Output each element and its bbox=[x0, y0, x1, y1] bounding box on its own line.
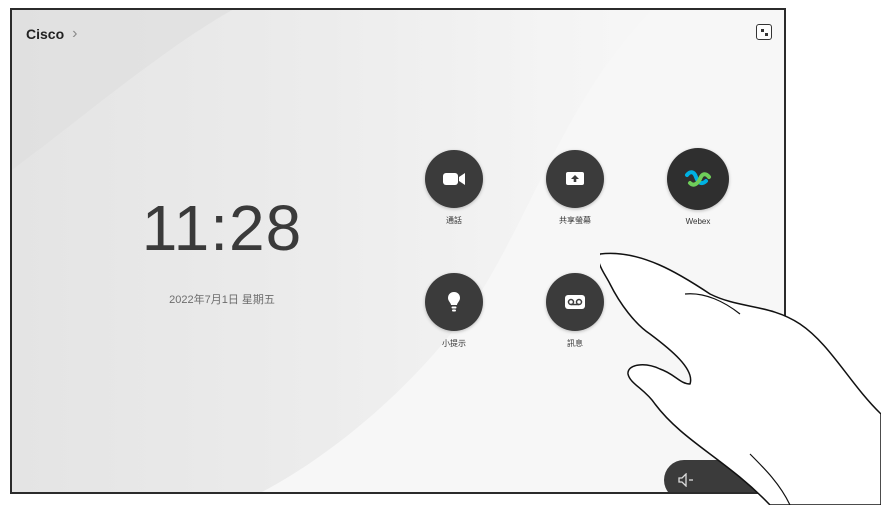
webex-tile[interactable]: Webex bbox=[653, 148, 743, 238]
share-screen-tile[interactable]: 共享螢幕 bbox=[530, 150, 620, 240]
chevron-right-icon: › bbox=[72, 25, 78, 42]
webex-icon bbox=[685, 170, 711, 187]
voicemail-icon bbox=[565, 295, 585, 309]
lightbulb-icon bbox=[448, 292, 460, 312]
share-screen-icon bbox=[566, 172, 584, 185]
video-camera-icon bbox=[443, 173, 465, 185]
tips-button[interactable] bbox=[425, 273, 483, 331]
brand-name: Cisco bbox=[26, 26, 65, 42]
share-screen-button[interactable] bbox=[546, 150, 604, 208]
volume-control[interactable] bbox=[664, 460, 784, 492]
call-tile[interactable]: 通話 bbox=[409, 150, 499, 240]
tips-tile[interactable]: 小提示 bbox=[409, 273, 499, 363]
touch-panel-screen: Cisco › 11:28 2022年7月1日 星期五 通話 共享螢幕 Webe… bbox=[10, 8, 786, 494]
webex-label: Webex bbox=[685, 217, 711, 226]
clock-time: 11:28 bbox=[141, 192, 303, 264]
webex-button[interactable] bbox=[667, 148, 729, 210]
messages-label: 訊息 bbox=[567, 339, 583, 348]
share-screen-label: 共享螢幕 bbox=[559, 216, 591, 225]
device-status-icon[interactable] bbox=[756, 24, 772, 40]
messages-button[interactable] bbox=[546, 273, 604, 331]
tips-label: 小提示 bbox=[442, 339, 466, 348]
call-label: 通話 bbox=[446, 216, 462, 225]
brand-header[interactable]: Cisco › bbox=[26, 25, 78, 43]
background-wave bbox=[12, 10, 784, 492]
clock-date: 2022年7月1日 星期五 bbox=[169, 294, 275, 306]
messages-tile[interactable]: 訊息 bbox=[530, 273, 620, 363]
volume-down-icon[interactable] bbox=[678, 473, 694, 487]
call-button[interactable] bbox=[425, 150, 483, 208]
volume-up-icon[interactable] bbox=[754, 473, 770, 487]
